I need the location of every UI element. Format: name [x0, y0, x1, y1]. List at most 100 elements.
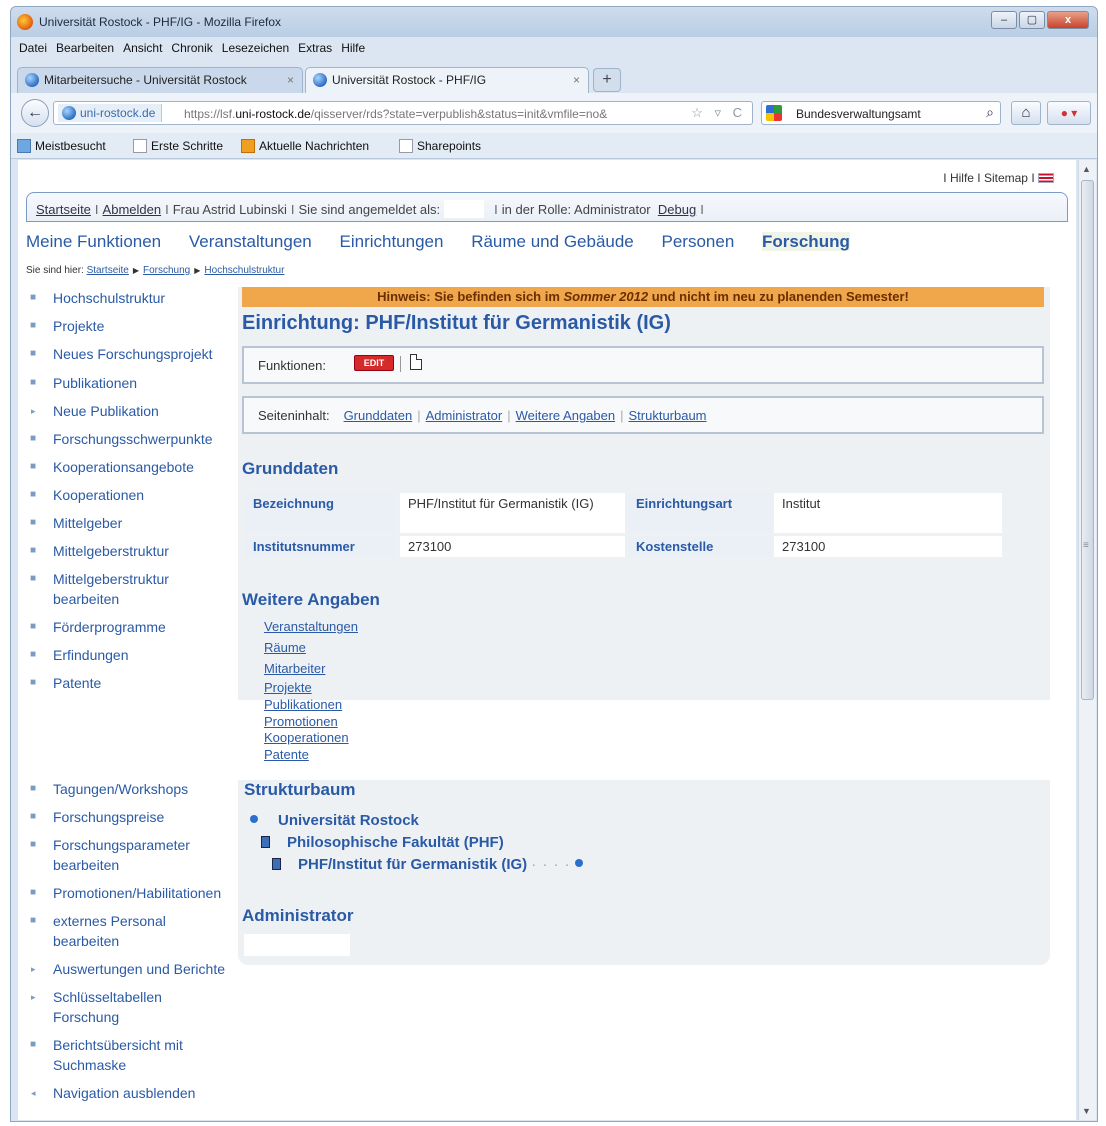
arrow-right-icon: ▸	[31, 964, 36, 974]
tree-node-fakultaet[interactable]: Philosophische Fakultät (PHF)	[250, 834, 583, 856]
link-projekte[interactable]: Projekte	[264, 679, 358, 697]
bookmark-aktuelle-nachrichten[interactable]: Aktuelle Nachrichten	[241, 139, 369, 153]
tab-close-icon[interactable]: ×	[573, 73, 580, 87]
sidebar-item-promotionen-habilitationen[interactable]: ■ Promotionen/Habilitationen	[26, 883, 238, 911]
search-bar[interactable]: Bundesverwaltungsamt ⌕	[761, 101, 1001, 125]
menu-ansicht[interactable]: Ansicht	[123, 41, 162, 61]
sidebar-item-projekte[interactable]: ■ Projekte	[26, 316, 238, 344]
nav-veranstaltungen[interactable]: Veranstaltungen	[189, 232, 312, 251]
nav-einrichtungen[interactable]: Einrichtungen	[340, 232, 444, 251]
menu-bearbeiten[interactable]: Bearbeiten	[56, 41, 114, 61]
menu-hilfe[interactable]: Hilfe	[341, 41, 365, 61]
home-button[interactable]: ⌂	[1011, 101, 1041, 125]
sidebar-item-label: Mittelgeberstruktur bearbeiten	[53, 571, 169, 607]
sidebar-item-neue-publikation[interactable]: ▸ Neue Publikation	[26, 401, 238, 429]
sidebar-item-kooperationsangebote[interactable]: ■ Kooperationsangebote	[26, 457, 238, 485]
sidebar-item-hochschulstruktur[interactable]: ■ Hochschulstruktur	[26, 288, 238, 316]
menu-extras[interactable]: Extras	[298, 41, 332, 61]
jump-weitere-angaben-link[interactable]: Weitere Angaben	[516, 408, 616, 423]
notice-semester: Sommer 2012	[563, 289, 649, 304]
link-mitarbeiter[interactable]: Mitarbeiter	[264, 658, 358, 679]
bookmark-sharepoints[interactable]: Sharepoints	[399, 139, 481, 153]
sidebar-item-kooperationen[interactable]: ■ Kooperationen	[26, 485, 238, 513]
sidebar-item-publikationen[interactable]: ■ Publikationen	[26, 373, 238, 401]
new-tab-button[interactable]: +	[593, 68, 621, 92]
sidebar-item-forschungspreise[interactable]: ■ Forschungspreise	[26, 807, 238, 835]
maximize-button[interactable]: ▢	[1019, 11, 1045, 29]
scroll-down-icon[interactable]: ▼	[1082, 1106, 1091, 1116]
jump-administrator-link[interactable]: Administrator	[426, 408, 503, 423]
sidebar-item-mittelgeberstruktur[interactable]: ■ Mittelgeberstruktur	[26, 541, 238, 569]
back-button[interactable]: ←	[21, 99, 49, 127]
link-patente[interactable]: Patente	[264, 746, 358, 763]
sidebar-item-mittelgeber[interactable]: ■ Mittelgeber	[26, 513, 238, 541]
minimize-button[interactable]: –	[991, 11, 1017, 29]
nav-raeume-gebaeude[interactable]: Räume und Gebäude	[471, 232, 634, 251]
url-text[interactable]: https://lsf.uni-rostock.de/qisserver/rds…	[184, 107, 607, 121]
sidebar-item-neues-forschungsprojekt[interactable]: ■ Neues Forschungsprojekt	[26, 344, 238, 373]
nav-meine-funktionen[interactable]: Meine Funktionen	[26, 232, 161, 251]
scroll-thumb[interactable]	[1081, 180, 1094, 700]
tab-mitarbeitersuche[interactable]: Mitarbeitersuche - Universität Rostock ×	[17, 67, 303, 93]
menu-datei[interactable]: Datei	[19, 41, 47, 61]
table-row: Institutsnummer 273100 Kostenstelle 2731…	[245, 536, 1002, 557]
sidebar-item-berichtsuebersicht[interactable]: ■ Berichtsübersicht mit Suchmaske	[26, 1035, 186, 1083]
bookmark-erste-schritte[interactable]: Erste Schritte	[133, 139, 223, 153]
table-row: Bezeichnung PHF/Institut für Germanistik…	[245, 493, 1002, 533]
debug-link[interactable]: Debug	[658, 202, 696, 217]
sidebar-item-label: Forschungspreise	[53, 809, 165, 825]
uk-flag-icon[interactable]	[1038, 173, 1054, 183]
nav-personen[interactable]: Personen	[662, 232, 735, 251]
sidebar-item-forschungsparameter[interactable]: ■ Forschungsparameter bearbeiten	[26, 835, 206, 883]
link-publikationen[interactable]: Publikationen	[264, 697, 358, 713]
scroll-up-icon[interactable]: ▲	[1082, 164, 1091, 174]
help-sitemap-links[interactable]: I Hilfe I Sitemap I	[943, 171, 1034, 185]
jump-grunddaten-link[interactable]: Grunddaten	[344, 408, 413, 423]
sidebar-item-tagungen-workshops[interactable]: ■ Tagungen/Workshops	[26, 779, 238, 807]
new-document-icon[interactable]	[410, 354, 422, 370]
sidebar-item-auswertungen-berichte[interactable]: ▸ Auswertungen und Berichte	[26, 959, 238, 987]
tab-phf-ig[interactable]: Universität Rostock - PHF/IG ×	[305, 67, 589, 93]
bullet-icon: ■	[30, 649, 37, 660]
nav-forschung[interactable]: Forschung	[762, 232, 850, 251]
bullet-icon: ■	[30, 320, 37, 331]
logged-in-as-value	[444, 200, 485, 218]
tab-close-icon[interactable]: ×	[287, 73, 294, 87]
sidebar-item-schluesseltabellen[interactable]: ▸ Schlüsseltabellen Forschung	[26, 987, 176, 1035]
link-kooperationen[interactable]: Kooperationen	[264, 730, 358, 746]
top-links[interactable]: I Hilfe I Sitemap I	[943, 171, 1054, 185]
site-identity[interactable]: uni-rostock.de	[58, 104, 163, 122]
close-window-button[interactable]: x	[1047, 11, 1089, 29]
sidebar-item-navigation-ausblenden[interactable]: ◂ Navigation ausblenden	[26, 1083, 238, 1111]
url-bar-icons[interactable]: ☆ ▿ C	[691, 105, 746, 121]
search-icon[interactable]: ⌕	[986, 104, 994, 121]
search-input[interactable]: Bundesverwaltungsamt	[796, 107, 921, 121]
search-engine-icon[interactable]	[766, 105, 782, 121]
sidebar-item-mittelgeberstruktur-bearbeiten[interactable]: ■ Mittelgeberstruktur bearbeiten	[26, 569, 186, 617]
sidebar-item-externes-personal[interactable]: ■ externes Personal bearbeiten	[26, 911, 186, 959]
tree-node-universitaet[interactable]: Universität Rostock	[250, 812, 583, 834]
breadcrumb-hochschulstruktur[interactable]: Hochschulstruktur	[204, 265, 284, 276]
link-raeume[interactable]: Räume	[264, 637, 358, 658]
sidebar-item-forschungsschwerpunkte[interactable]: ■ Forschungsschwerpunkte	[26, 429, 238, 457]
table-cell-label: Einrichtungsart	[628, 493, 771, 533]
edit-button[interactable]: EDIT	[354, 355, 394, 371]
jump-strukturbaum-link[interactable]: Strukturbaum	[628, 408, 706, 423]
bookmark-meistbesucht[interactable]: Meistbesucht	[17, 139, 106, 153]
menu-lesezeichen[interactable]: Lesezeichen	[222, 41, 289, 61]
vertical-scrollbar[interactable]: ▲ ≡ ▼	[1078, 160, 1096, 1120]
tree-node-institut[interactable]: PHF/Institut für Germanistik (IG) · · · ·	[250, 856, 583, 878]
startseite-link[interactable]: Startseite	[36, 202, 91, 217]
url-bar[interactable]: uni-rostock.de https://lsf.uni-rostock.d…	[53, 101, 753, 125]
sidebar-item-erfindungen[interactable]: ■ Erfindungen	[26, 645, 238, 673]
menu-chronik[interactable]: Chronik	[171, 41, 212, 61]
sidebar-item-foerderprogramme[interactable]: ■ Förderprogramme	[26, 617, 238, 645]
abmelden-link[interactable]: Abmelden	[103, 202, 162, 217]
addon-button[interactable]: ● ▾	[1047, 101, 1091, 125]
link-promotionen[interactable]: Promotionen	[264, 713, 358, 730]
link-veranstaltungen[interactable]: Veranstaltungen	[264, 616, 358, 637]
bookmark-label: Erste Schritte	[151, 139, 224, 153]
breadcrumb-forschung[interactable]: Forschung	[143, 265, 190, 276]
tree-node-label: Philosophische Fakultät (PHF)	[287, 834, 504, 851]
breadcrumb-startseite[interactable]: Startseite	[87, 265, 129, 276]
